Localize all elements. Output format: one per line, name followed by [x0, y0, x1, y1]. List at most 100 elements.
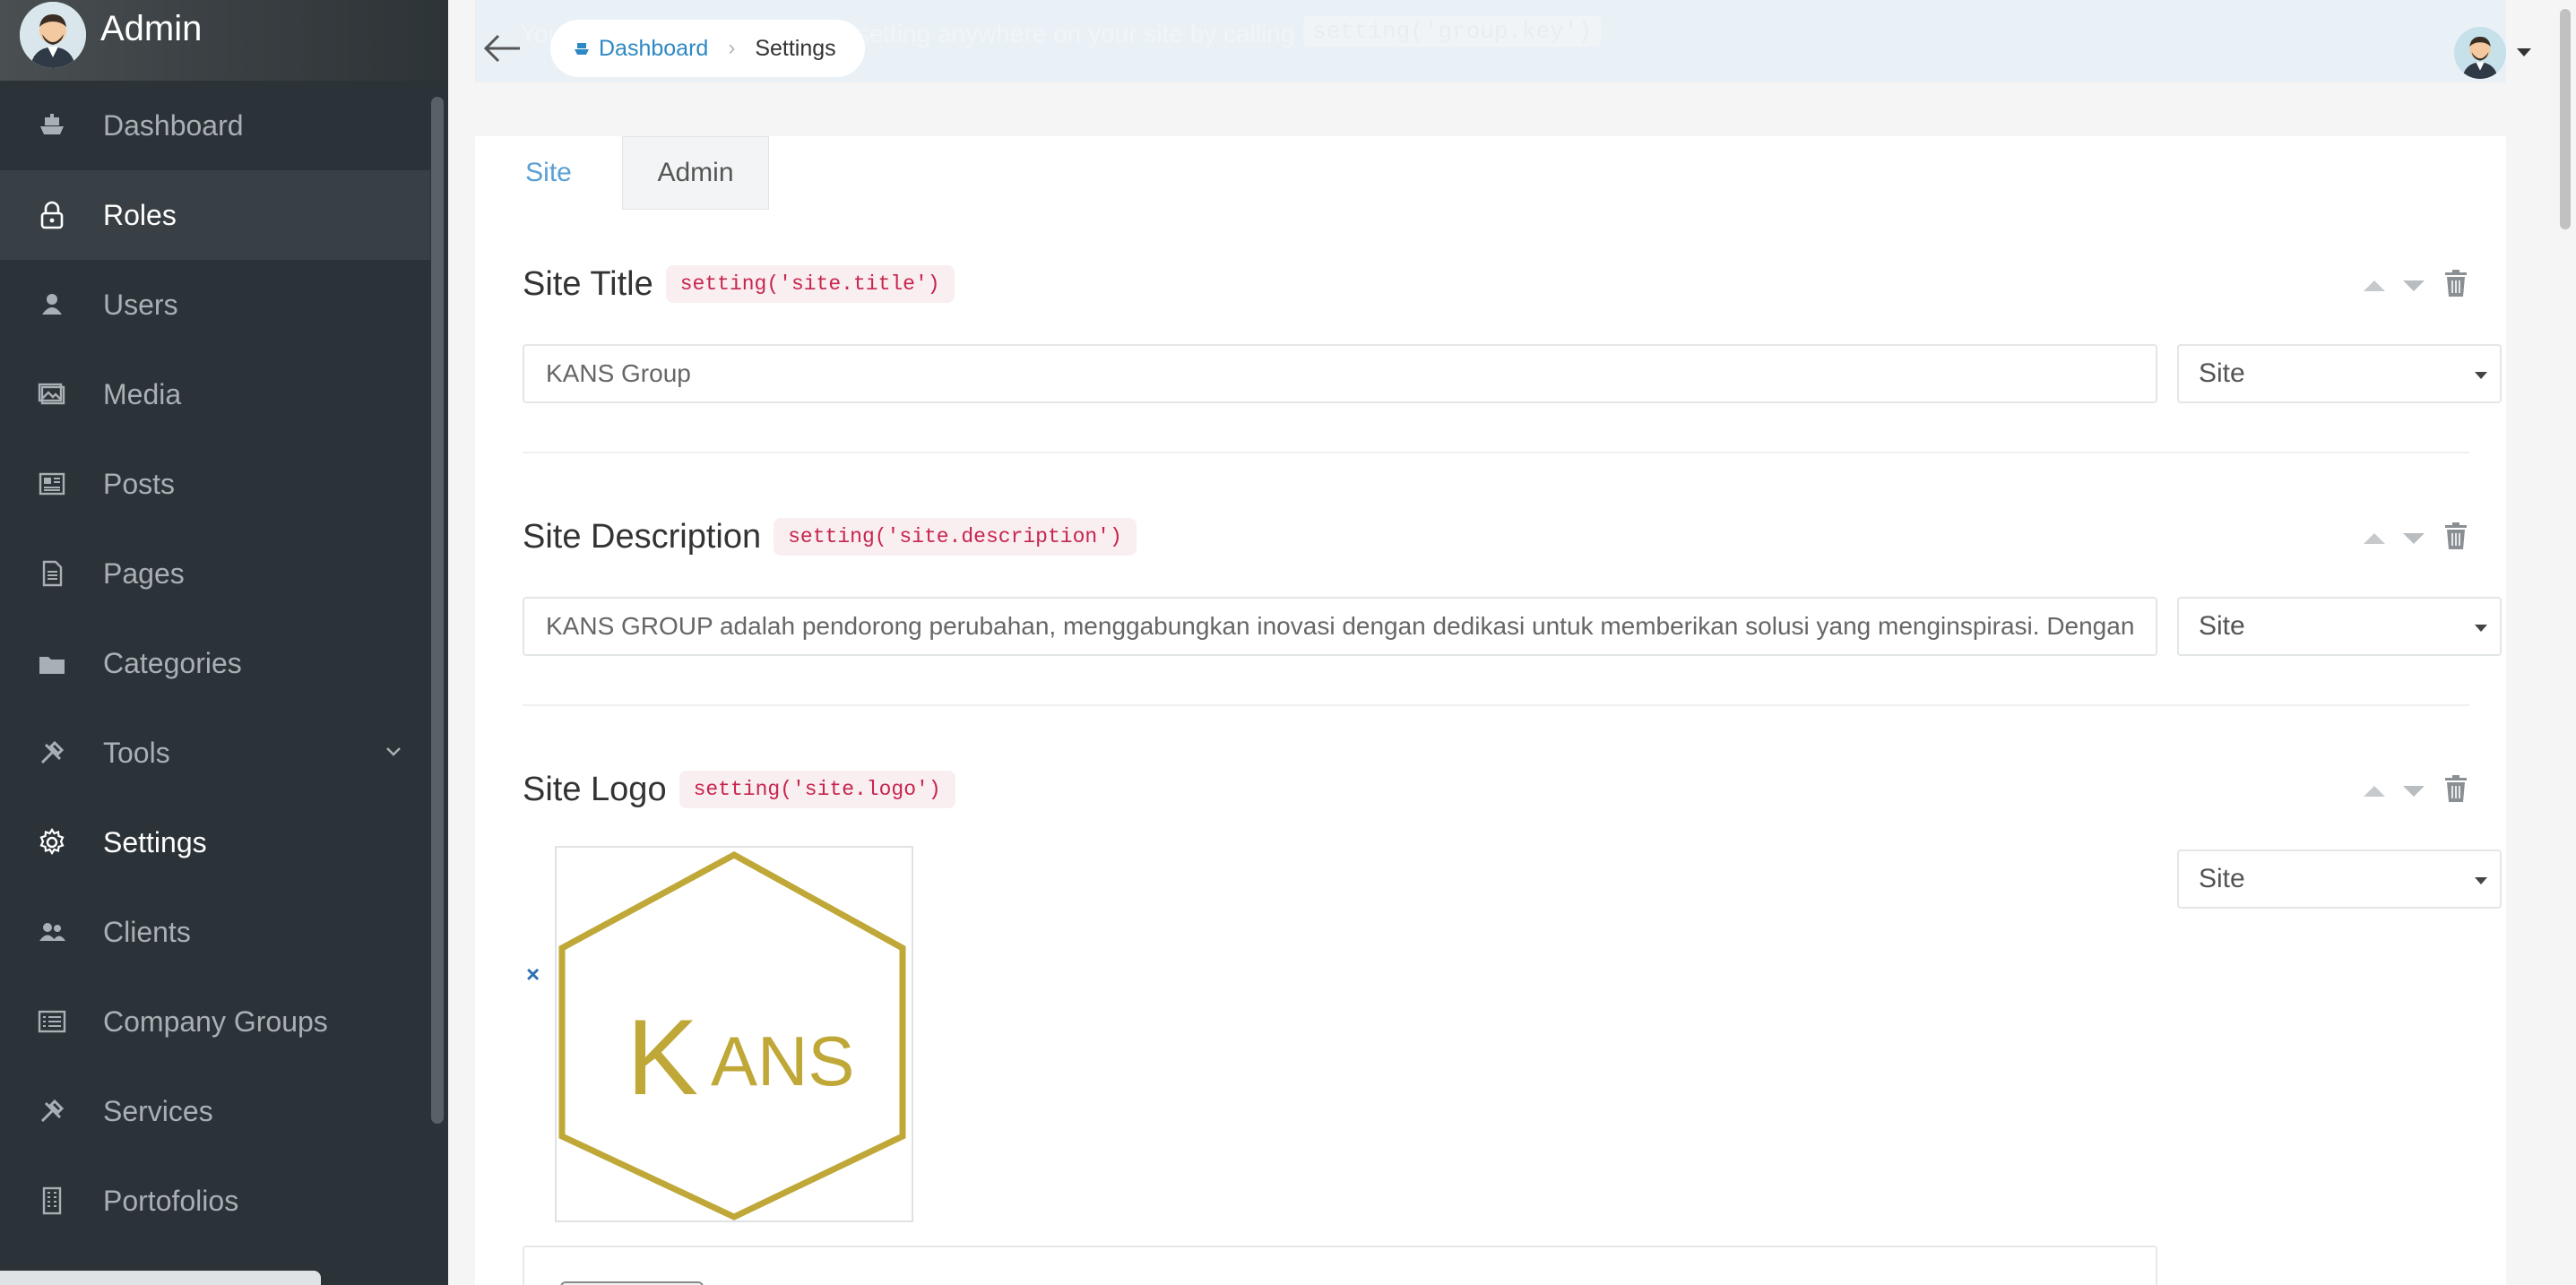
setting-site-title: Site Title setting('site.title') KANS Gr… — [523, 262, 2502, 453]
avatar-icon — [2454, 27, 2506, 79]
chevron-down-icon[interactable] — [384, 742, 403, 762]
site-description-input[interactable]: KANS GROUP adalah pendorong perubahan, m… — [523, 597, 2157, 656]
images-icon — [34, 376, 70, 412]
boat-icon — [34, 108, 70, 143]
avatar-icon — [20, 2, 86, 68]
trash-icon[interactable] — [2442, 269, 2469, 302]
news-icon — [34, 466, 70, 502]
breadcrumb-current: Settings — [755, 35, 836, 61]
sidebar-item-pages[interactable]: Pages — [0, 529, 430, 618]
setting-key-code: setting('site.logo') — [679, 771, 955, 808]
sidebar-item-users[interactable]: Users — [0, 260, 430, 349]
sidebar-item-label: Categories — [103, 646, 242, 679]
setting-title: Site Title — [523, 264, 653, 303]
select-value: Site — [2199, 864, 2245, 893]
settings-tabs: Site Admin — [475, 136, 769, 210]
sidebar: Admin Dashboard Roles Users Media Posts … — [0, 0, 448, 1285]
gear-icon — [34, 824, 70, 860]
setting-key-code: setting('site.description') — [774, 518, 1137, 556]
sidebar-item-services[interactable]: Services — [0, 1066, 430, 1156]
remove-logo-icon[interactable]: × — [526, 961, 540, 988]
sidebar-item-label: Users — [103, 288, 178, 321]
svg-text:ANS: ANS — [711, 1022, 854, 1100]
move-down-icon[interactable] — [2403, 532, 2425, 544]
boat-icon — [575, 43, 589, 55]
sidebar-item-company-groups[interactable]: Company Groups — [0, 977, 430, 1066]
sidebar-brand[interactable]: Admin — [100, 9, 202, 49]
list-icon — [34, 1004, 70, 1039]
select-value: Site — [2199, 611, 2245, 641]
setting-controls — [2364, 774, 2469, 807]
tools-icon — [34, 1093, 70, 1129]
move-up-icon[interactable] — [2364, 532, 2385, 544]
sidebar-item-label: Services — [103, 1094, 213, 1127]
move-up-icon[interactable] — [2364, 785, 2385, 797]
setting-key-code: setting('site.title') — [665, 265, 955, 303]
admin-avatar[interactable] — [20, 2, 86, 68]
trash-icon[interactable] — [2442, 774, 2469, 807]
sidebar-item-label: Company Groups — [103, 1005, 328, 1038]
user-avatar[interactable] — [2454, 27, 2506, 79]
select-value: Site — [2199, 358, 2245, 388]
svg-text:K: K — [627, 997, 698, 1117]
group-select[interactable]: Site — [2177, 849, 2502, 909]
trash-icon[interactable] — [2442, 522, 2469, 555]
user-menu-caret-icon[interactable] — [2517, 48, 2531, 56]
setting-title: Site Description — [523, 517, 762, 556]
sidebar-header: Admin — [0, 0, 448, 81]
sidebar-item-tools[interactable]: Tools — [0, 708, 430, 798]
sidebar-nav: Dashboard Roles Users Media Posts Pages … — [0, 81, 430, 1246]
group-select[interactable]: Site — [2177, 597, 2502, 656]
tab-site[interactable]: Site — [475, 136, 622, 210]
sidebar-item-posts[interactable]: Posts — [0, 439, 430, 529]
tab-admin[interactable]: Admin — [622, 136, 769, 210]
group-select[interactable]: Site — [2177, 344, 2502, 403]
setting-controls — [2364, 269, 2469, 302]
breadcrumb: Dashboard › Settings — [550, 20, 865, 77]
sidebar-scrollbar[interactable] — [431, 97, 444, 1124]
logo-preview: K ANS — [555, 846, 913, 1222]
breadcrumb-separator-icon: › — [728, 36, 736, 60]
file-upload-field[interactable] — [523, 1246, 2157, 1285]
help-code: setting('group.key') — [1303, 16, 1602, 47]
breadcrumb-dashboard-label: Dashboard — [599, 35, 709, 61]
sidebar-item-label: Pages — [103, 556, 185, 590]
building-icon — [34, 1183, 70, 1219]
divider — [523, 452, 2469, 453]
sidebar-item-label: Dashboard — [103, 108, 244, 142]
setting-site-logo: Site Logo setting('site.logo') × K ANS S… — [523, 767, 2502, 1285]
move-down-icon[interactable] — [2403, 280, 2425, 291]
sidebar-item-categories[interactable]: Categories — [0, 618, 430, 708]
settings-panel: Site Admin Site Title setting('site.titl… — [475, 136, 2506, 1285]
move-up-icon[interactable] — [2364, 280, 2385, 291]
sidebar-item-label: Settings — [103, 825, 207, 858]
sidebar-item-media[interactable]: Media — [0, 349, 430, 439]
lock-icon — [34, 197, 70, 233]
caret-down-icon — [2475, 625, 2487, 632]
caret-down-icon — [2475, 372, 2487, 379]
folder-icon — [34, 645, 70, 681]
setting-controls — [2364, 522, 2469, 555]
sidebar-item-label: Tools — [103, 736, 170, 769]
file-text-icon — [34, 556, 70, 591]
sidebar-item-portofolios[interactable]: Portofolios — [0, 1156, 430, 1246]
sidebar-item-label: Portofolios — [103, 1184, 239, 1217]
sidebar-item-clients[interactable]: Clients — [0, 887, 430, 977]
site-title-input[interactable]: KANS Group — [523, 344, 2157, 403]
back-arrow-icon[interactable] — [480, 30, 523, 66]
sidebar-item-roles[interactable]: Roles — [0, 170, 430, 260]
people-icon — [34, 914, 70, 950]
sidebar-item-label: Clients — [103, 915, 191, 948]
choose-file-button[interactable] — [560, 1281, 704, 1285]
sidebar-item-label: Roles — [103, 198, 177, 231]
sidebar-item-label: Media — [103, 377, 182, 410]
divider — [523, 704, 2469, 706]
sidebar-item-settings[interactable]: Settings — [0, 798, 430, 887]
move-down-icon[interactable] — [2403, 785, 2425, 797]
setting-title: Site Logo — [523, 770, 667, 808]
status-tooltip — [0, 1271, 321, 1285]
breadcrumb-dashboard[interactable]: Dashboard — [572, 36, 708, 62]
sidebar-item-dashboard[interactable]: Dashboard — [0, 81, 430, 170]
tools-icon — [34, 735, 70, 771]
page-scrollbar[interactable] — [2560, 9, 2571, 229]
